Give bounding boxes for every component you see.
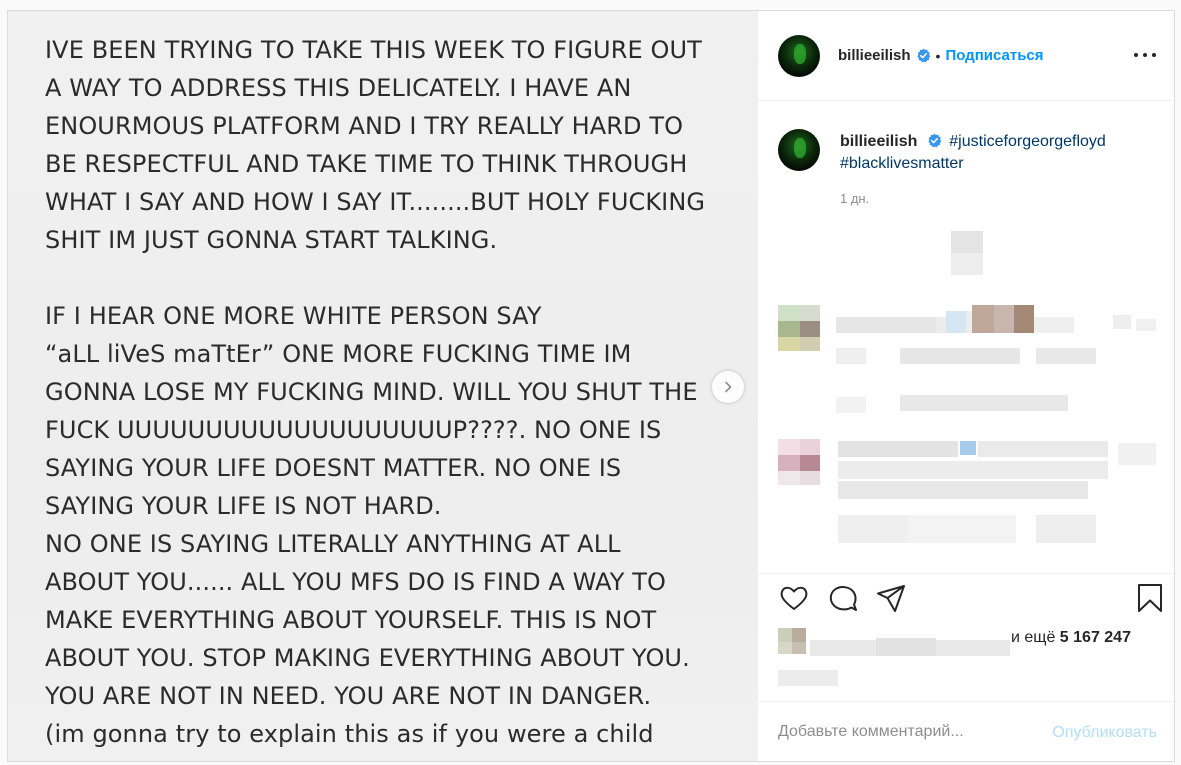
post-image-text: IVE BEEN TRYING TO TAKE THIS WEEK TO FIG… [45, 31, 745, 761]
image-text-line: IF I HEAR ONE MORE WHITE PERSON SAY [45, 302, 542, 330]
verified-badge-icon [916, 48, 930, 63]
caption-avatar[interactable] [778, 129, 820, 171]
chevron-right-icon [725, 381, 732, 393]
image-text-line: ENOURMOUS PLATFORM AND I TRY REALLY HARD… [45, 112, 684, 140]
image-text-line: IVE BEEN TRYING TO TAKE THIS WEEK TO FIG… [45, 36, 702, 64]
separator-dot: • [935, 47, 941, 64]
bookmark-icon[interactable] [1134, 582, 1166, 614]
image-text-line: “aLL liVeS maTtEr” ONE MORE FUCKING TIME… [45, 340, 632, 368]
avatar[interactable] [778, 34, 820, 77]
image-text-line [45, 259, 745, 297]
share-icon[interactable] [875, 582, 907, 614]
instagram-post: IVE BEEN TRYING TO TAKE THIS WEEK TO FIG… [7, 10, 1175, 762]
image-text-line: (im gonna try to explain this as if you … [45, 720, 654, 748]
image-text-line: WHAT I SAY AND HOW I SAY IT........BUT H… [45, 188, 706, 216]
hashtag-link[interactable]: #blacklivesmatter [840, 155, 964, 172]
image-text-line: SAYING YOUR LIFE DOESNT MATTER. NO ONE I… [45, 454, 622, 482]
likes-prefix: и ещё [1011, 629, 1056, 646]
more-options-icon[interactable] [1134, 47, 1156, 63]
image-text-line: GONNA LOSE MY FUCKING MIND. WILL YOU SHU… [45, 378, 698, 406]
image-text-line: YOU ARE NOT IN NEED. YOU ARE NOT IN DANG… [45, 682, 652, 710]
action-bar: и ещё 5 167 247 [758, 573, 1174, 701]
post-sidebar: billieeilish • Подписаться billieeilish … [757, 11, 1174, 761]
likes-number: 5 167 247 [1059, 629, 1131, 646]
image-text-line: FUCK UUUUUUUUUUUUUUUUUUUP????. NO ONE IS [45, 416, 662, 444]
post-image[interactable]: IVE BEEN TRYING TO TAKE THIS WEEK TO FIG… [8, 11, 757, 761]
image-text-line: NO ONE IS SAYING LITERALLY ANYTHING AT A… [45, 530, 621, 558]
comment-input[interactable] [778, 718, 1028, 746]
image-text-line: SHIT IM JUST GONNA START TALKING. [45, 226, 498, 254]
image-text-line: MAKE EVERYTHING ABOUT YOURSELF. THIS IS … [45, 606, 657, 634]
hashtag-link[interactable]: #justiceforgeorgefloyd [949, 133, 1106, 150]
verified-badge-icon [928, 133, 942, 148]
caption-body: billieeilish #justiceforgeorgefloyd #bla… [840, 131, 1170, 175]
image-text-line: ABOUT YOU...... ALL YOU MFS DO IS FIND A… [45, 568, 667, 596]
image-text-line: because it FEELS LIKE THATS THE ONLY WAY… [45, 753, 745, 761]
image-text-line: BE RESPECTFUL AND TAKE TIME TO THINK THR… [45, 150, 688, 178]
post-header: billieeilish • Подписаться [758, 11, 1174, 101]
comment-icon[interactable] [827, 582, 859, 614]
comment-form: Опубликовать [758, 701, 1174, 761]
post-timestamp[interactable]: 1 дн. [840, 191, 869, 206]
image-text-line: ABOUT YOU. STOP MAKING EVERYTHING ABOUT … [45, 644, 690, 672]
follow-button[interactable]: Подписаться [945, 47, 1043, 64]
header-username[interactable]: billieeilish [838, 47, 911, 64]
caption-username[interactable]: billieeilish [840, 133, 917, 150]
heart-icon[interactable] [778, 582, 810, 614]
likes-count[interactable]: и ещё 5 167 247 [1011, 629, 1131, 647]
next-image-button[interactable] [712, 371, 744, 403]
publish-button[interactable]: Опубликовать [1052, 724, 1157, 742]
image-text-line: SAYING YOUR LIFE IS NOT HARD. [45, 492, 442, 520]
image-text-line: A WAY TO ADDRESS THIS DELICATELY. I HAVE… [45, 74, 632, 102]
